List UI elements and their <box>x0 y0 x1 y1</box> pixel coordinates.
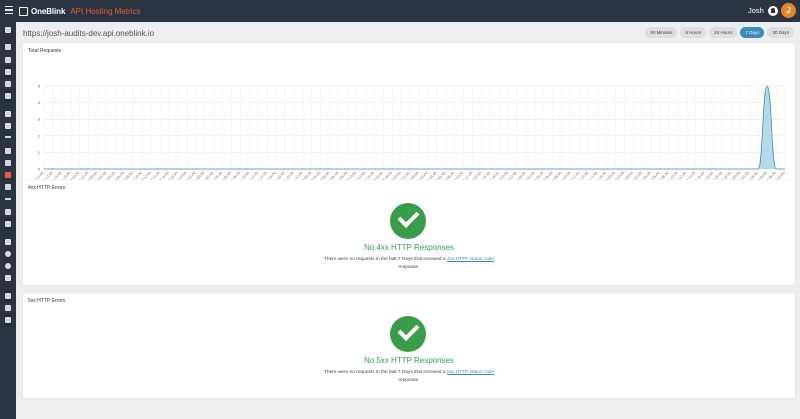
range-60-minutes-button[interactable]: 60 Minutes <box>645 27 678 38</box>
reports-icon[interactable] <box>5 93 11 99</box>
errors-4xx-heading: No 4xx HTTP Responses <box>363 243 455 252</box>
errors-5xx-text: There were no requests in the last 7 Day… <box>323 370 446 375</box>
total-requests-card: Total Requests 0 1 2 3 4 5 Tue 12:00 Tue 14:00 T… <box>23 43 795 194</box>
notification-icon[interactable] <box>768 6 778 16</box>
series-line <box>44 85 785 170</box>
brand[interactable]: OneBlink API Hosting Metrics <box>19 5 141 17</box>
api-hosting-icon[interactable] <box>5 172 11 178</box>
errors-4xx-card: 4xx HTTP Errors No 4xx HTTP Responses Th… <box>23 180 795 285</box>
oneblink-logo-icon <box>19 6 28 16</box>
avatar[interactable]: J <box>781 3 796 18</box>
redirect-icon[interactable] <box>5 209 11 215</box>
errors-5xx-title: 5xx HTTP Errors <box>28 298 66 304</box>
menu-icon[interactable] <box>5 6 13 14</box>
total-requests-chart: 012345Tue 12:00Tue 14:00Tue 16:00Tue 18:… <box>31 84 786 186</box>
time-range-selector: 60 Minutes 6 Hours 24 Hours 7 Days 30 Da… <box>645 27 794 38</box>
dashboard-icon[interactable] <box>5 44 11 50</box>
integrations-icon[interactable] <box>5 111 11 117</box>
y-tick-label: 4 <box>38 100 41 105</box>
payment-icon[interactable] <box>5 305 11 311</box>
files-icon[interactable] <box>5 81 11 87</box>
range-6-hours-button[interactable]: 6 Hours <box>680 27 707 38</box>
main-content: https://josh-audits-dev.api.oneblink.io … <box>16 22 800 419</box>
y-tick-label: 1 <box>38 150 41 155</box>
errors-4xx-text-after: response. <box>398 264 420 270</box>
analytics-icon[interactable] <box>5 198 11 200</box>
errors-5xx-status-link[interactable]: 5xx HTTP status code <box>447 370 494 375</box>
errors-4xx-title: 4xx HTTP Errors <box>28 185 66 191</box>
bank-icon[interactable] <box>5 275 11 281</box>
home-icon[interactable] <box>5 27 11 33</box>
monitor-icon[interactable] <box>5 184 11 190</box>
errors-5xx-description: There were no requests in the last 7 Day… <box>323 369 495 384</box>
y-tick-label: 0 <box>38 167 41 172</box>
user-name[interactable]: Josh <box>748 6 764 15</box>
errors-4xx-status-link[interactable]: 4xx HTTP status code <box>447 257 494 262</box>
y-tick-label: 5 <box>38 84 41 89</box>
errors-5xx-text-after: response. <box>398 377 420 383</box>
list-icon[interactable] <box>5 136 11 138</box>
brand-name: OneBlink <box>31 6 66 16</box>
security-icon[interactable] <box>5 251 11 257</box>
check-circle-icon <box>390 316 426 352</box>
page-title: API Hosting Metrics <box>70 6 141 16</box>
errors-5xx-heading: No 5xx HTTP Responses <box>363 356 455 365</box>
forms-icon[interactable] <box>5 69 11 75</box>
chat-icon[interactable] <box>5 317 11 323</box>
range-30-days-button[interactable]: 30 Days <box>767 27 794 38</box>
top-bar: OneBlink API Hosting Metrics Josh J <box>0 0 800 22</box>
errors-5xx-card: 5xx HTTP Errors No 5xx HTTP Responses Th… <box>23 293 795 398</box>
y-tick-label: 2 <box>38 133 41 138</box>
visibility-icon[interactable] <box>5 263 11 269</box>
series-area <box>44 86 785 169</box>
email-icon[interactable] <box>5 160 11 166</box>
sidebar <box>0 22 16 419</box>
range-7-days-button[interactable]: 7 Days <box>740 27 765 38</box>
apps-icon[interactable] <box>5 57 11 63</box>
errors-4xx-text: There were no requests in the last 7 Day… <box>323 257 446 262</box>
team-icon[interactable] <box>5 239 11 245</box>
alerts-icon[interactable] <box>5 148 11 154</box>
api-url: https://josh-audits-dev.api.oneblink.io <box>23 29 155 38</box>
calendar-icon[interactable] <box>5 123 11 129</box>
y-tick-label: 3 <box>38 117 41 122</box>
errors-4xx-description: There were no requests in the last 7 Day… <box>323 256 495 271</box>
layers-icon[interactable] <box>5 293 11 299</box>
tools-icon[interactable] <box>5 221 11 227</box>
check-circle-icon <box>390 203 426 239</box>
range-24-hours-button[interactable]: 24 Hours <box>709 27 738 38</box>
